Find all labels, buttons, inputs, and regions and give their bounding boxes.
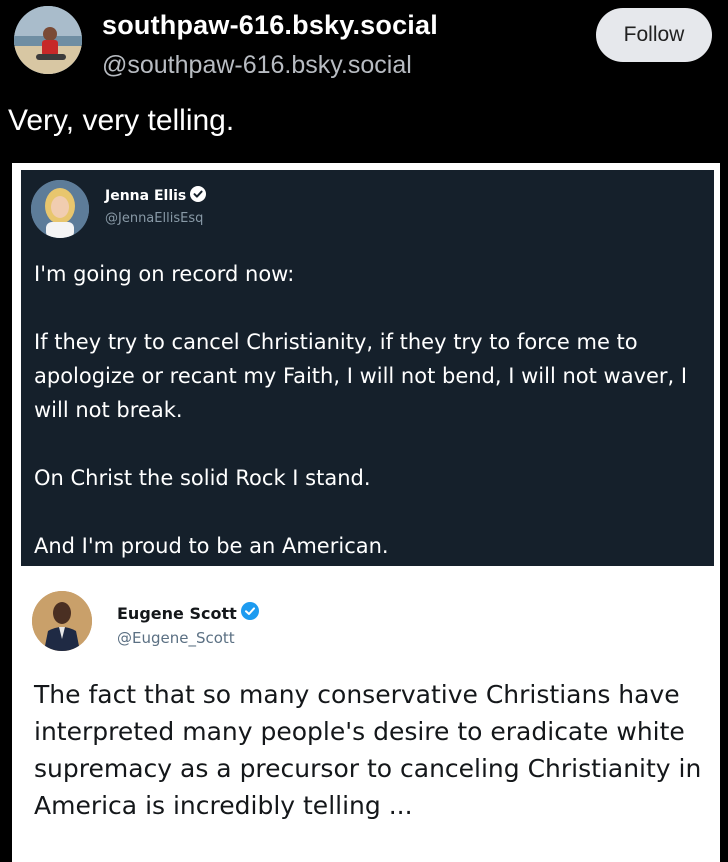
author-avatar[interactable] [14,6,82,74]
eugene-scott-tweet-text: The fact that so many conservative Chris… [34,680,702,820]
post-text: Very, very telling. [8,104,235,137]
tweet-paragraph: On Christ the solid Rock I stand. [34,466,371,490]
follow-button[interactable]: Follow [596,8,712,62]
tweet-paragraph: If they try to cancel Christianity, if t… [34,330,688,422]
eugene-scott-name: Eugene Scott [117,602,259,624]
quoted-tweet-eugene-scott: Eugene Scott @Eugene_Scott The fact that… [21,575,714,862]
jenna-ellis-handle: @JennaEllisEsq [105,211,204,226]
author-display-name[interactable]: southpaw-616.bsky.social [102,10,438,41]
jenna-ellis-tweet-text: I'm going on record now: If they try to … [34,257,702,563]
verified-badge-icon [190,186,207,206]
jenna-ellis-name: Jenna Ellis [105,186,207,206]
eugene-scott-handle: @Eugene_Scott [117,629,235,647]
post-image[interactable]: Jenna Ellis @JennaEllisEsq I'm going on … [12,163,720,862]
quoted-tweet-jenna-ellis: Jenna Ellis @JennaEllisEsq I'm going on … [21,170,714,566]
verified-badge-icon [240,602,259,624]
jenna-ellis-avatar [31,180,89,238]
eugene-scott-avatar [32,591,92,651]
tweet-paragraph: I'm going on record now: [34,262,295,286]
author-handle[interactable]: @southpaw-616.bsky.social [102,51,412,80]
tweet-paragraph: And I'm proud to be an American. [34,534,389,558]
